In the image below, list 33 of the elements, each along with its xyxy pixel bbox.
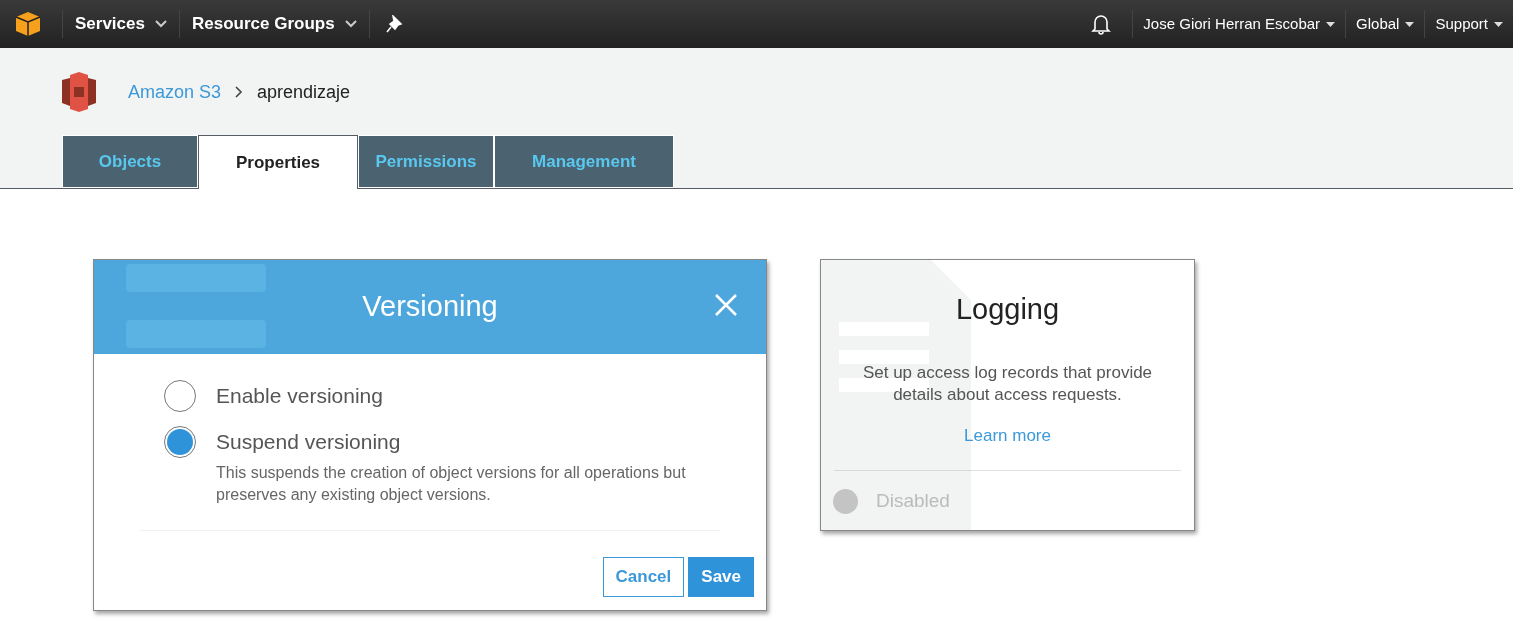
menu-button[interactable]: Services [63,11,179,37]
menu-button[interactable]: Jose Giori Herran Escobar [1133,12,1346,36]
status-label: Disabled [876,489,950,513]
caret-down-icon [1405,21,1415,27]
menu-button[interactable]: Support [1425,12,1513,36]
breadcrumb-current: aprendizaje [257,80,351,104]
pin-icon[interactable] [385,15,404,33]
option-label: Enable versioning [216,383,383,409]
card-title: Logging [955,292,1060,327]
save-button[interactable]: Save [688,556,754,597]
caret-down-icon [1494,21,1503,27]
tab[interactable]: Objects [62,135,198,188]
option-label: Suspend versioning [216,429,402,455]
cancel-button[interactable]: Cancel [602,556,685,597]
chevron-right-icon [235,86,244,98]
breadcrumb-link[interactable]: Amazon S3 [128,78,222,106]
bucket-logo-icon [62,72,96,112]
tab[interactable]: Management [494,135,674,188]
radio-button[interactable] [164,426,196,458]
menu-button[interactable]: Resource Groups [179,11,369,37]
caret-down-icon [1326,21,1336,27]
cube-logo-icon[interactable] [14,10,42,38]
tab[interactable]: Properties [198,135,358,189]
learn-more-link[interactable]: Learn more [964,422,1051,448]
card-description: Set up access log records that provide details about access requests. [861,361,1154,406]
tab[interactable]: Permissions [358,135,494,188]
radio-button[interactable] [164,380,196,412]
bell-icon[interactable] [1090,13,1113,35]
chevron-down-icon [154,20,167,28]
chevron-down-icon [344,20,357,28]
menu-button[interactable]: Global [1346,12,1425,36]
dialog-title: Versioning [362,289,498,325]
option-description: This suspends the creation of object versions for all operations but preserves any existing object versions. [216,462,687,505]
